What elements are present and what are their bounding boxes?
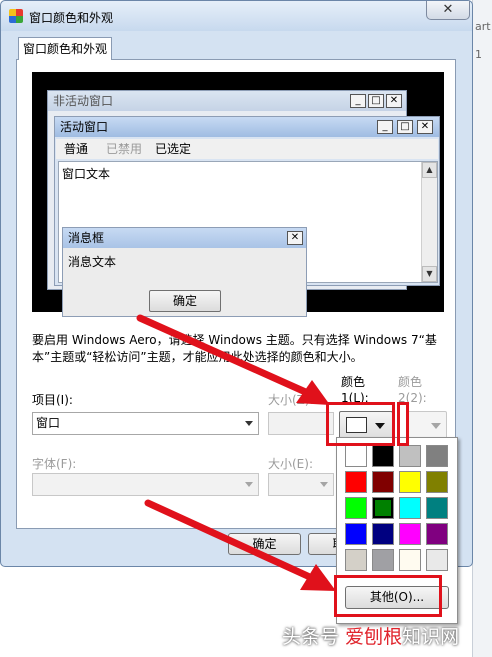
color-swatch[interactable] [426,445,448,467]
close-icon: ✕ [287,231,303,245]
highlight-box [397,402,409,446]
color-swatch[interactable] [345,549,367,571]
chevron-down-icon [245,482,253,487]
close-icon: ✕ [386,94,402,108]
ok-button[interactable]: 确定 [228,533,301,555]
watermark-suffix: 知识网 [402,626,460,648]
watermark-source: 头条号 [282,626,340,648]
preview-menu-bar: 普通 已禁用 已选定 [56,139,438,159]
color-swatch[interactable] [372,445,394,467]
color-swatch[interactable] [399,445,421,467]
message-text: 消息文本 [68,255,117,269]
color-swatch[interactable] [399,497,421,519]
scroll-down-icon[interactable]: ▼ [422,266,437,282]
tab-window-color-appearance[interactable]: 窗口颜色和外观 [18,37,112,60]
color-swatch[interactable] [426,523,448,545]
highlight-box [334,575,442,617]
info-text: 要启用 Windows Aero，请选择 Windows 主题。只有选择 Win… [32,333,437,364]
font-size-select[interactable] [268,473,334,496]
message-box-title: 消息框 [63,228,306,248]
font-label: 字体(F): [32,457,77,471]
maximize-icon: □ [397,120,413,134]
watermark: 头条号 爱刨根知识网 [282,622,459,649]
color-swatch[interactable] [345,445,367,467]
background-text: 1 [475,48,482,61]
item-select[interactable]: 窗口 [32,412,259,435]
color-swatch[interactable] [399,523,421,545]
size-stepper[interactable] [268,412,334,435]
window-color-icon [9,9,23,23]
color-swatch[interactable] [426,549,448,571]
minimize-icon: _ [377,120,393,134]
scroll-up-icon[interactable]: ▲ [422,162,437,178]
color-swatch[interactable] [345,523,367,545]
color-swatch[interactable] [426,497,448,519]
title-bar[interactable]: 窗口颜色和外观 [1,1,472,31]
color-swatch[interactable] [426,471,448,493]
message-box-preview[interactable]: 消息框 ✕ 消息文本 确定 [62,227,307,317]
menu-disabled[interactable]: 已禁用 [106,139,142,159]
color-swatch[interactable] [372,523,394,545]
vertical-scrollbar[interactable]: ▲ ▼ [421,162,437,282]
color-swatch[interactable] [345,497,367,519]
font-size-label: 大小(E): [268,457,313,471]
window-text: 窗口文本 [62,167,111,181]
background-window-strip: art 1 [472,0,492,657]
color2-picker-button[interactable] [407,411,447,439]
minimize-icon: _ [350,94,366,108]
watermark-brand: 爱刨根 [345,626,403,648]
menu-selected[interactable]: 已选定 [155,139,191,159]
maximize-icon: □ [368,94,384,108]
color-swatch[interactable] [345,471,367,493]
color-swatch[interactable] [372,471,394,493]
color-swatch[interactable] [399,549,421,571]
size-label: 大小(Z): [268,393,314,407]
message-ok-button[interactable]: 确定 [149,290,221,312]
close-button[interactable]: ✕ [426,1,470,20]
chevron-down-icon [320,482,328,487]
color-swatch[interactable] [372,549,394,571]
chevron-down-icon [245,421,253,426]
font-select[interactable] [32,473,259,496]
close-icon: ✕ [417,120,433,134]
highlight-box [326,402,395,446]
background-text: art [475,20,491,33]
chevron-down-icon [431,423,441,429]
menu-normal[interactable]: 普通 [64,139,88,159]
item-select-value: 窗口 [36,416,61,430]
item-label: 项目(I): [32,393,73,407]
color-swatch[interactable] [399,471,421,493]
window-title: 窗口颜色和外观 [29,11,114,25]
color-swatch[interactable] [372,497,394,519]
